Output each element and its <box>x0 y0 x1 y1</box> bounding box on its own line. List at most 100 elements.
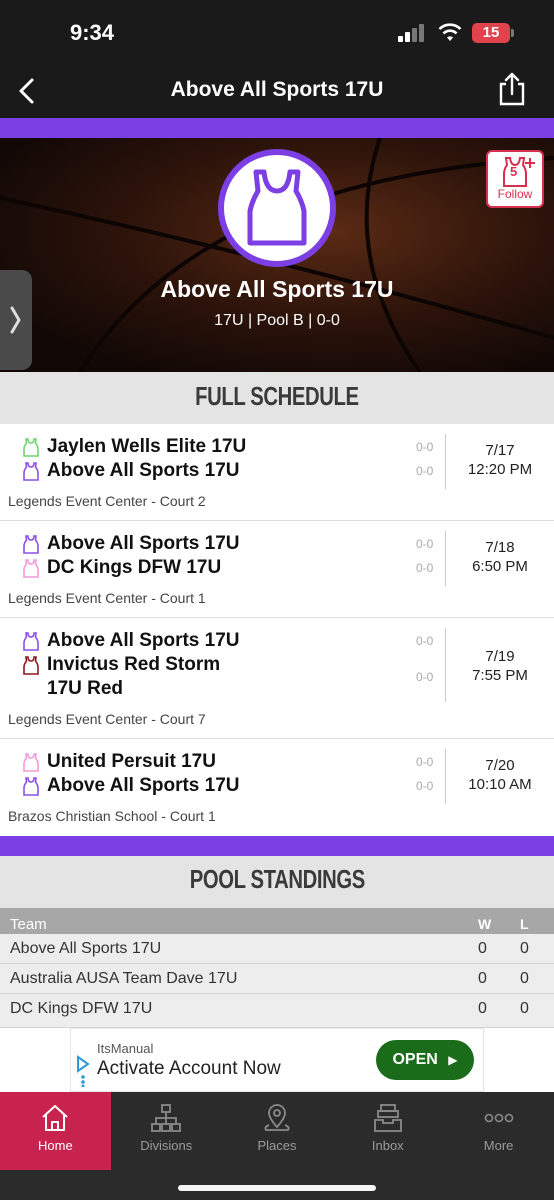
battery-tip <box>511 29 514 37</box>
tab-places[interactable]: Places <box>222 1092 333 1170</box>
column-losses: L <box>520 916 529 932</box>
game-date: 7/19 <box>485 648 515 665</box>
ad-open-label: OPEN <box>392 1051 438 1068</box>
team-row: Invictus Red Storm 17U Red <box>22 653 422 701</box>
tab-divisions[interactable]: Divisions <box>111 1092 222 1170</box>
schedule-list: Jaylen Wells Elite 17U Above All Sports … <box>0 424 554 836</box>
standings-row[interactable]: Above All Sports 17U 0 0 <box>0 934 554 964</box>
game-card[interactable]: Above All Sports 17U Invictus Red Storm … <box>0 618 554 739</box>
divider <box>445 434 446 489</box>
team-name: Jaylen Wells Elite 17U <box>47 436 247 457</box>
game-time: 6:50 PM <box>472 558 528 575</box>
standings-losses: 0 <box>520 970 529 987</box>
standings-column-header: Team W L <box>0 908 554 934</box>
score: 0-0 <box>416 779 434 793</box>
standings-team: Above All Sports 17U <box>10 940 162 957</box>
standings-title: POOL STANDINGS <box>189 864 365 894</box>
team-name: Above All Sports 17U <box>47 533 240 554</box>
status-bar: 9:34 15 <box>0 0 554 66</box>
wifi-icon <box>438 23 462 41</box>
follow-count: 5 <box>510 164 518 179</box>
accent-divider <box>0 836 554 856</box>
game-date: 7/17 <box>485 442 515 459</box>
standings-team: Australia AUSA Team Dave 17U <box>10 970 238 987</box>
inbox-icon <box>373 1104 402 1132</box>
game-venue: Legends Event Center - Court 1 <box>8 590 206 606</box>
status-time: 9:34 <box>70 20 115 45</box>
team-name: United Persuit 17U <box>47 751 216 772</box>
jersey-icon <box>23 535 39 554</box>
tab-inbox[interactable]: Inbox <box>332 1092 443 1170</box>
standings-wins: 0 <box>478 970 487 987</box>
score: 0-0 <box>416 755 434 769</box>
standings-team: DC Kings DFW 17U <box>10 1000 153 1017</box>
ad-choices-icon <box>77 1055 90 1087</box>
standings-wins: 0 <box>478 940 487 957</box>
divider <box>445 531 446 586</box>
game-card[interactable]: Jaylen Wells Elite 17U Above All Sports … <box>0 424 554 521</box>
team-row: Above All Sports 17U <box>22 459 422 483</box>
standings-row[interactable]: Australia AUSA Team Dave 17U 0 0 <box>0 964 554 994</box>
tab-home[interactable]: Home <box>0 1092 111 1170</box>
score: 0-0 <box>416 561 434 575</box>
team-subtitle: 17U | Pool B | 0-0 <box>214 312 340 329</box>
ad-brand: ItsManual <box>97 1041 154 1056</box>
jersey-icon <box>23 777 39 796</box>
team-name: DC Kings DFW 17U <box>47 557 222 578</box>
team-row: Above All Sports 17U <box>22 774 422 798</box>
game-date: 7/18 <box>485 539 515 556</box>
team-name: Above All Sports 17U <box>47 630 240 651</box>
battery-indicator: 15 <box>472 23 510 43</box>
home-indicator <box>178 1185 376 1191</box>
standings-losses: 0 <box>520 940 529 957</box>
follow-button[interactable]: 5 Follow <box>486 150 544 208</box>
tab-label: Inbox <box>371 1138 404 1153</box>
team-name: Above All Sports 17U <box>160 276 394 302</box>
standings-row[interactable]: DC Kings DFW 17U 0 0 <box>0 994 554 1028</box>
column-team: Team <box>10 916 47 933</box>
bottom-tab-bar: Home Divisions Places Inbox More <box>0 1092 554 1200</box>
game-venue: Brazos Christian School - Court 1 <box>8 808 216 824</box>
game-venue: Legends Event Center - Court 7 <box>8 711 206 727</box>
ad-banner[interactable]: ItsManual Activate Account Now OPEN ▶ <box>70 1028 484 1092</box>
game-date: 7/20 <box>485 757 515 774</box>
team-row: DC Kings DFW 17U <box>22 556 422 580</box>
share-icon[interactable] <box>496 72 528 106</box>
team-row: Jaylen Wells Elite 17U <box>22 435 422 459</box>
schedule-header: FULL SCHEDULE <box>0 372 554 424</box>
tab-label: Home <box>38 1138 73 1153</box>
game-venue: Legends Event Center - Court 2 <box>8 493 206 509</box>
navigation-bar: Above All Sports 17U <box>0 66 554 118</box>
column-wins: W <box>478 916 492 932</box>
play-arrow-icon: ▶ <box>448 1053 458 1067</box>
team-row: Above All Sports 17U <box>22 532 422 556</box>
team-name: Above All Sports 17U <box>47 460 240 481</box>
score: 0-0 <box>416 440 434 454</box>
tab-label: Divisions <box>140 1138 193 1153</box>
tab-more[interactable]: More <box>443 1092 554 1170</box>
team-row: United Persuit 17U <box>22 750 422 774</box>
divisions-icon <box>151 1104 182 1132</box>
score: 0-0 <box>416 670 434 684</box>
jersey-icon <box>23 559 39 578</box>
tab-label: More <box>483 1138 514 1153</box>
game-card[interactable]: Above All Sports 17U DC Kings DFW 17U 0-… <box>0 521 554 618</box>
home-icon <box>42 1105 69 1131</box>
score: 0-0 <box>416 464 434 478</box>
accent-divider <box>0 118 554 138</box>
divider <box>445 628 446 702</box>
game-time: 10:10 AM <box>468 776 532 793</box>
jersey-icon <box>23 438 39 457</box>
page-title: Above All Sports 17U <box>170 78 384 101</box>
jersey-icon <box>23 753 39 772</box>
jersey-icon <box>23 632 39 651</box>
game-time: 7:55 PM <box>472 667 528 684</box>
team-row: Above All Sports 17U <box>22 629 422 653</box>
jersey-icon <box>23 462 39 481</box>
ad-open-button[interactable]: OPEN ▶ <box>376 1040 474 1080</box>
team-logo <box>218 149 336 267</box>
standings-header: POOL STANDINGS <box>0 856 554 908</box>
schedule-title: FULL SCHEDULE <box>195 381 359 411</box>
game-card[interactable]: United Persuit 17U Above All Sports 17U … <box>0 739 554 836</box>
tab-label: Places <box>257 1138 297 1153</box>
